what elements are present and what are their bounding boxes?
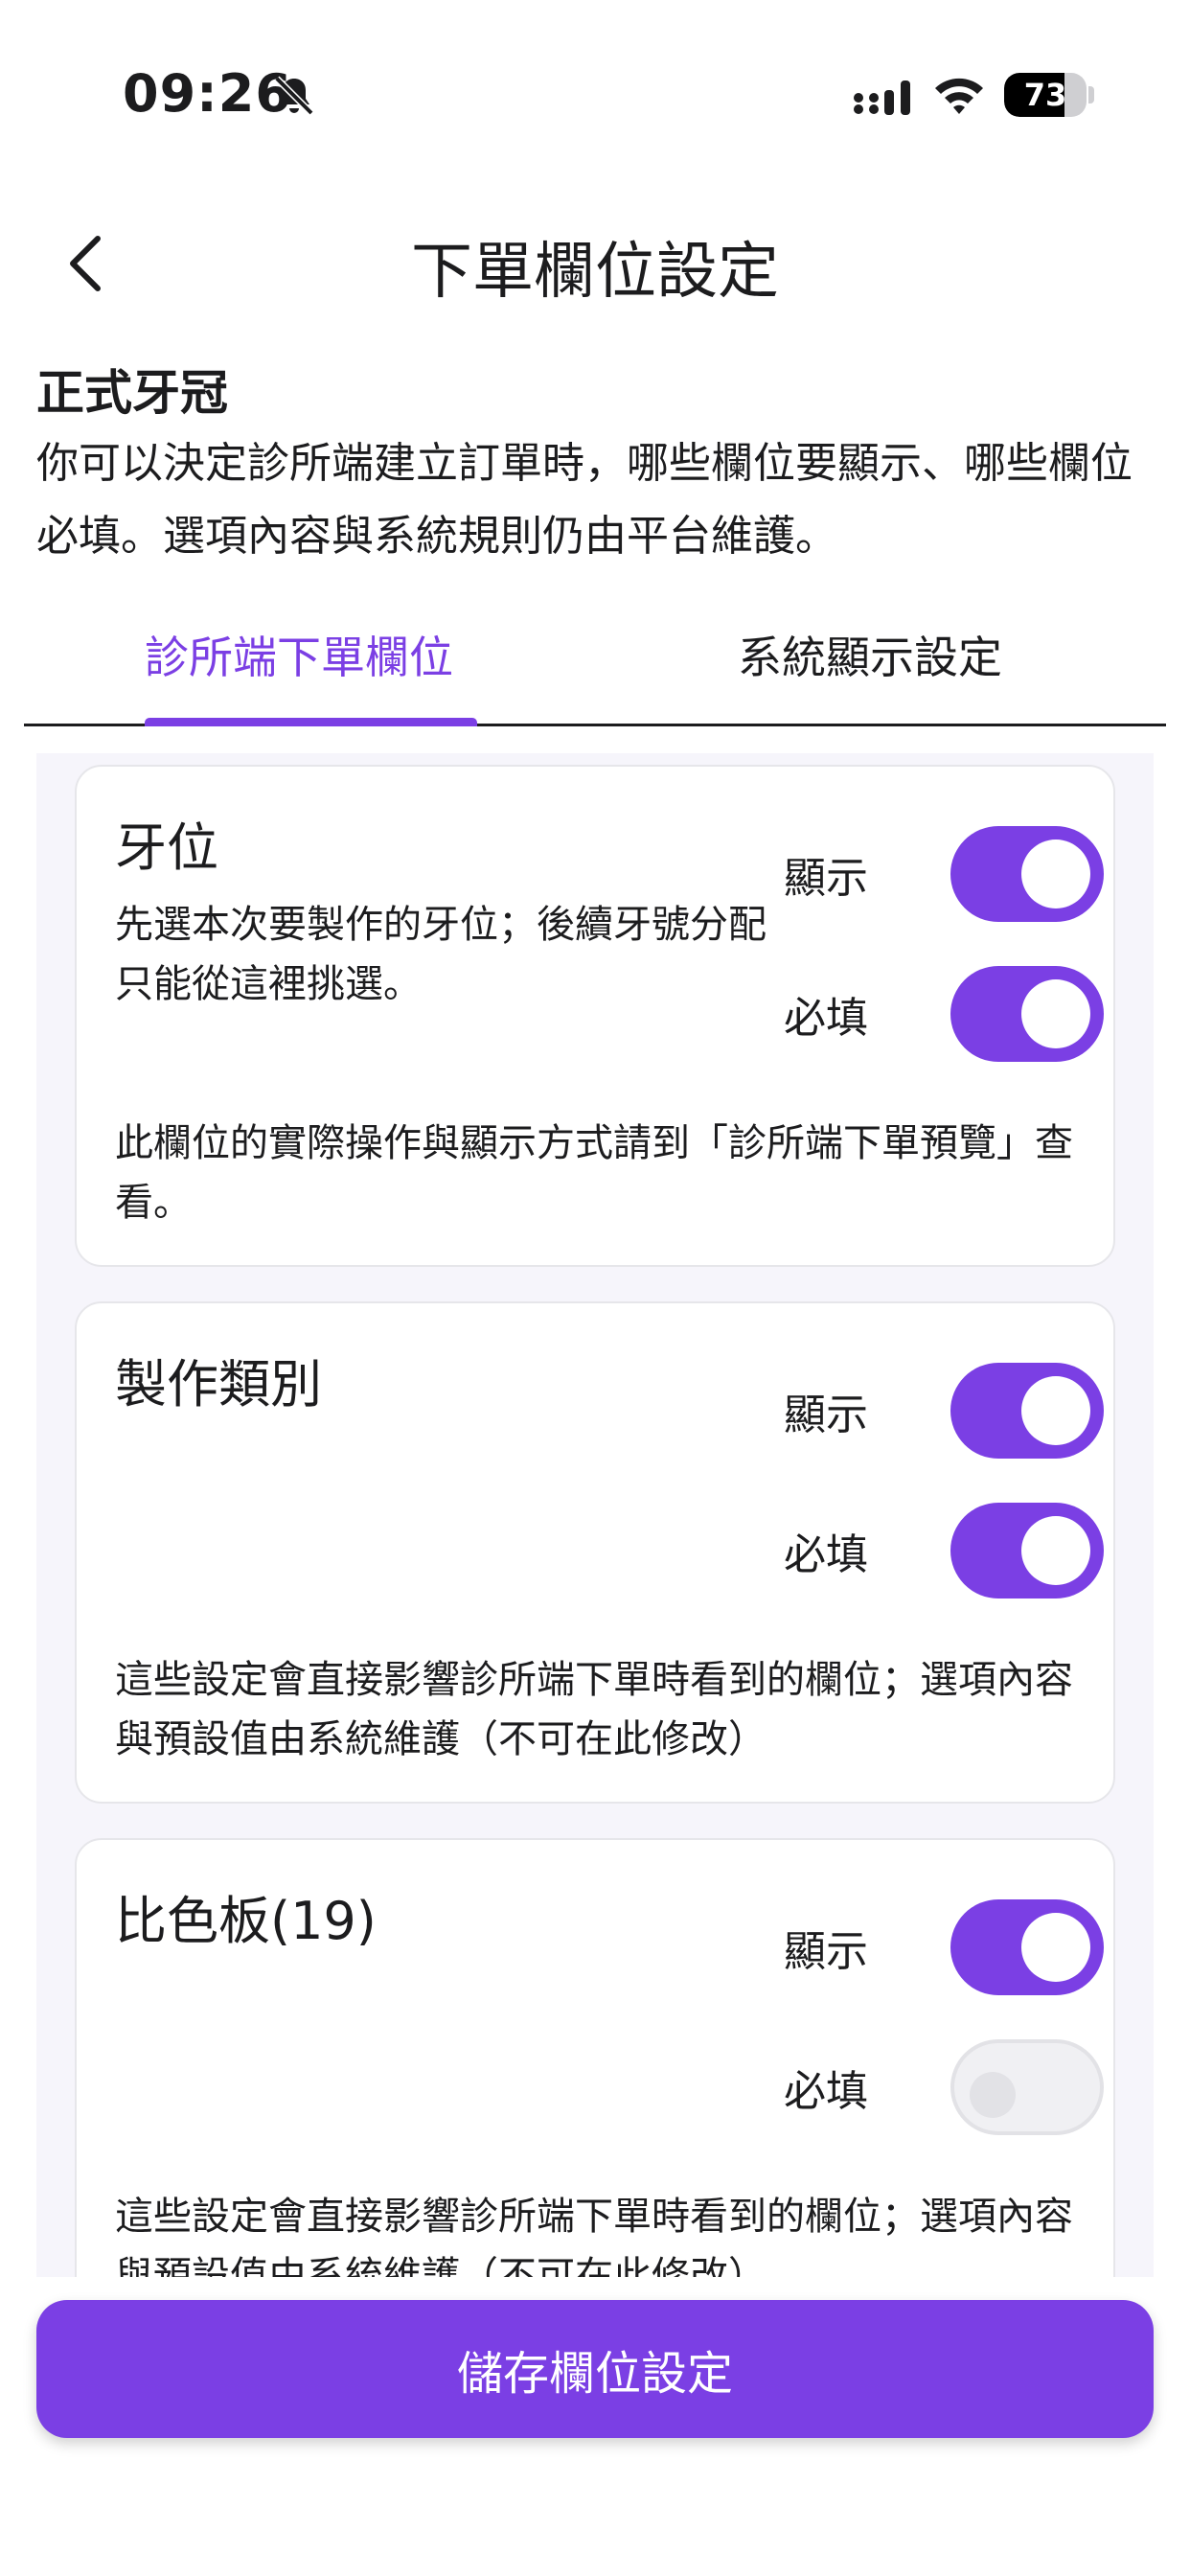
save-field-settings-button[interactable]: 儲存欄位設定 (36, 2300, 1154, 2438)
field-card-tooth-position: 牙位 先選本次要製作的牙位；後續牙號分配只能從這裡挑選。 顯示 必填 此欄位的實… (75, 765, 1115, 1267)
field-list[interactable]: 牙位 先選本次要製作的牙位；後續牙號分配只能從這裡挑選。 顯示 必填 此欄位的實… (36, 753, 1154, 2277)
required-toggle-label: 必填 (784, 1530, 868, 1579)
page-title: 下單欄位設定 (411, 237, 779, 308)
tab-bar: 診所端下單欄位 系統顯示設定 (24, 604, 1166, 726)
show-toggle[interactable] (950, 826, 1104, 922)
wifi-icon (935, 78, 983, 114)
required-toggle[interactable] (950, 2039, 1104, 2135)
section-title: 正式牙冠 (36, 365, 228, 421)
bell-muted-icon (274, 76, 314, 116)
battery-nub (1088, 86, 1094, 104)
required-toggle-label: 必填 (784, 994, 868, 1043)
toggle-knob (1021, 1376, 1090, 1445)
tab-clinic-order-fields[interactable]: 診所端下單欄位 (145, 623, 453, 686)
field-card-shade-guide: 比色板(19) 顯示 必填 這些設定會直接影響診所端下單時看到的欄位；選項內容與… (75, 1838, 1115, 2277)
field-card-title: 製作類別 (115, 1354, 322, 1414)
toggle-knob (1021, 840, 1090, 908)
toggle-knob (1021, 1913, 1090, 1982)
field-card-note: 這些設定會直接影響診所端下單時看到的欄位；選項內容與預設值由系統維護（不可在此修… (115, 2195, 1073, 2277)
tab-system-display-settings[interactable]: 系統顯示設定 (738, 623, 1002, 686)
show-toggle[interactable] (950, 1363, 1104, 1459)
field-card-note: 這些設定會直接影響診所端下單時看到的欄位；選項內容與預設值由系統維護（不可在此修… (115, 1658, 1073, 1761)
show-toggle-label: 顯示 (784, 1391, 868, 1439)
field-card-description: 先選本次要製作的牙位；後續牙號分配只能從這裡挑選。 (115, 903, 767, 1006)
status-bar: 09:26 73 (0, 0, 1190, 192)
show-toggle-label: 顯示 (784, 854, 868, 903)
toggle-knob (1021, 979, 1090, 1048)
required-toggle[interactable] (950, 966, 1104, 1062)
battery-level-text: 73 (1023, 77, 1067, 113)
toggle-knob (1021, 1516, 1090, 1585)
cellular-signal-icon (854, 80, 910, 115)
required-toggle[interactable] (950, 1503, 1104, 1598)
status-time: 09:26 (123, 63, 292, 124)
field-card-title: 牙位 (115, 817, 218, 878)
field-card-note: 此欄位的實際操作與顯示方式請到「診所端下單預覽」查看。 (115, 1121, 1073, 1225)
show-toggle-label: 顯示 (784, 1927, 868, 1976)
tab-active-indicator (145, 718, 477, 726)
show-toggle[interactable] (950, 1899, 1104, 1995)
field-card-production-category: 製作類別 顯示 必填 這些設定會直接影響診所端下單時看到的欄位；選項內容與預設值… (75, 1301, 1115, 1804)
required-toggle-label: 必填 (784, 2067, 868, 2116)
field-card-title: 比色板(19) (115, 1891, 377, 1951)
toggle-knob (970, 2072, 1016, 2118)
battery-indicator: 73 (1004, 73, 1087, 117)
screen: 09:26 73 下單欄位設定 正式牙冠 你可以決定診所端建立訂單時，哪些欄位要… (0, 0, 1190, 2576)
section-description: 你可以決定診所端建立訂單時，哪些欄位要顯示、哪些欄位必填。選項內容與系統規則仍由… (36, 439, 1133, 561)
